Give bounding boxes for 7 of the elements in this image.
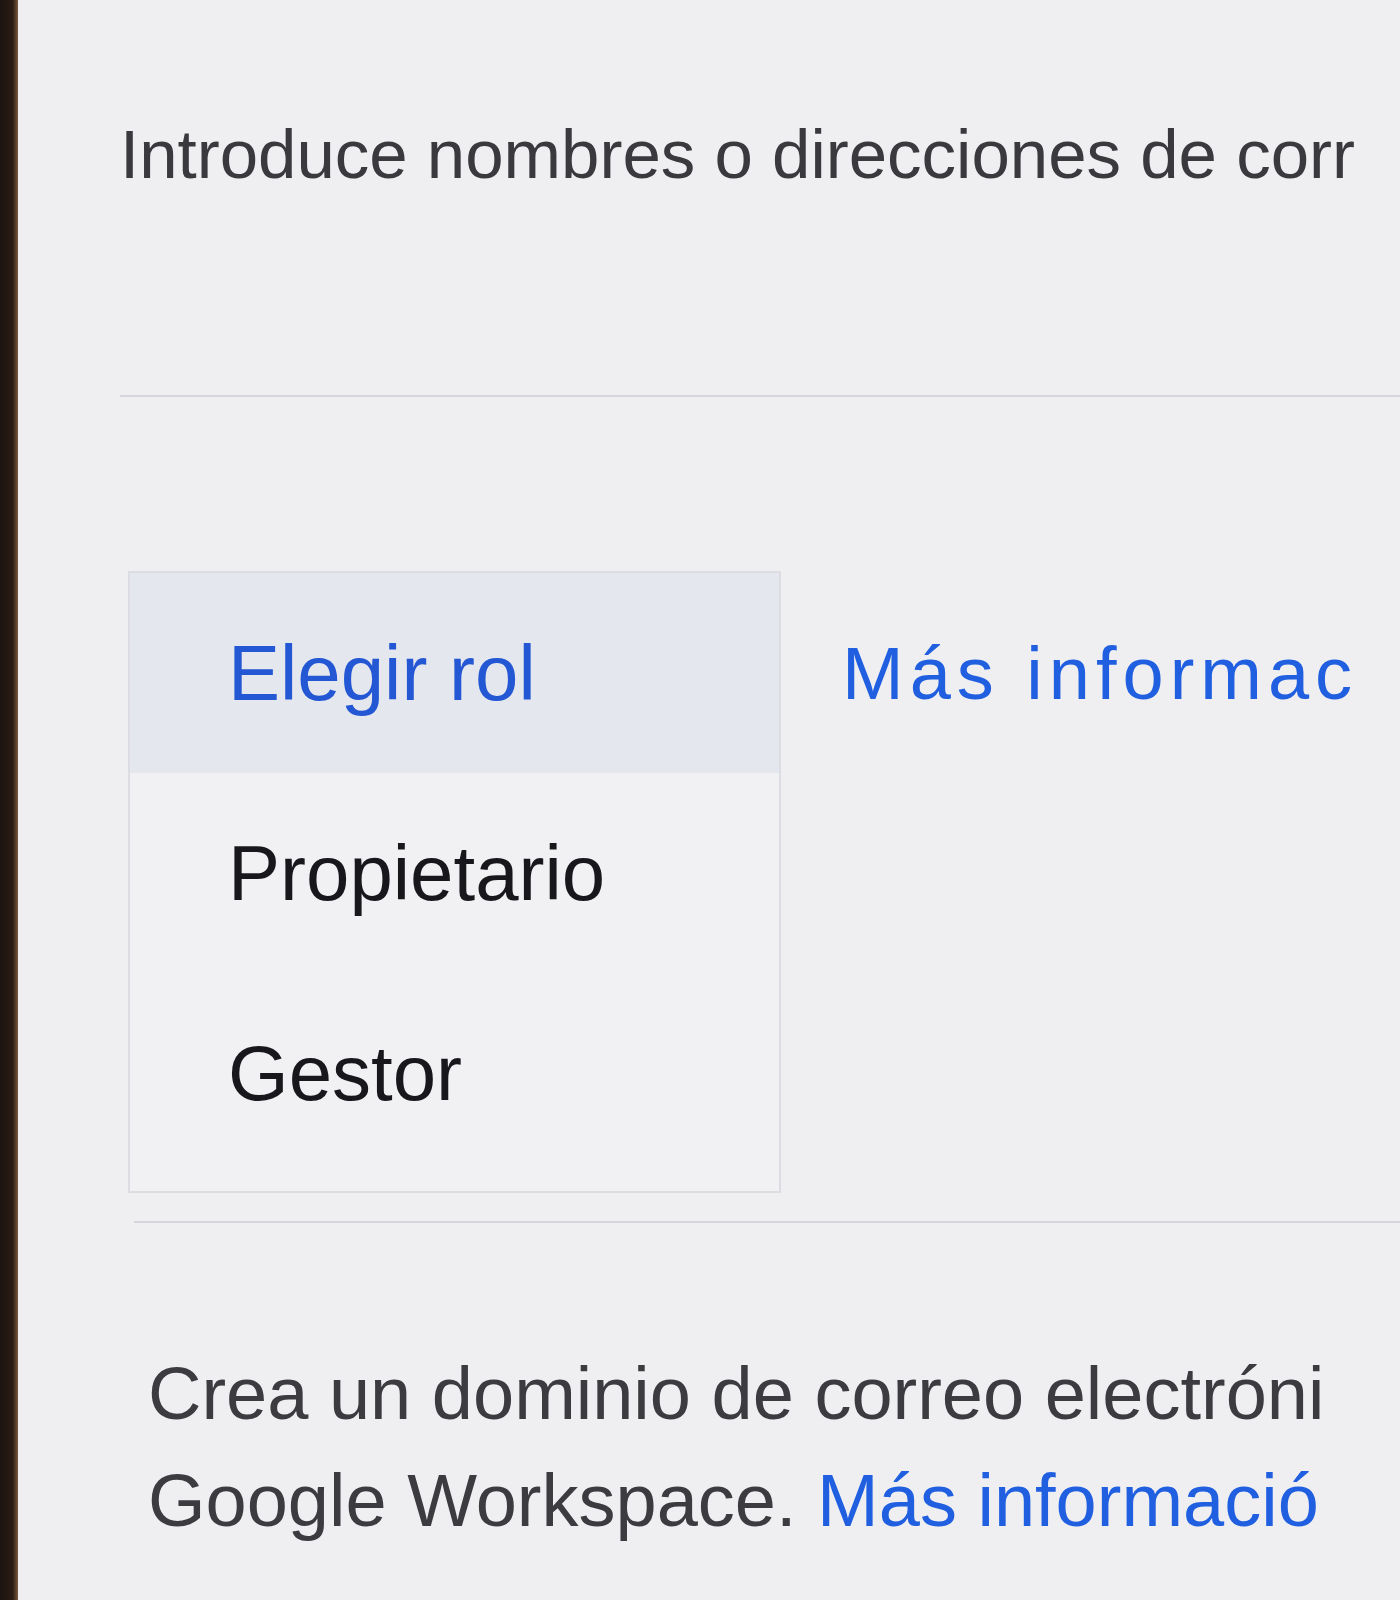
more-info-link[interactable]: Más informac [842, 629, 1359, 719]
role-menu-item[interactable]: Propietario [130, 773, 779, 973]
role-menu-item[interactable]: Gestor [130, 973, 779, 1173]
domain-note: Crea un dominio de correo electróni Google Workspace. Más informació [148, 1351, 1325, 1544]
more-info-link[interactable]: Más informació [817, 1459, 1319, 1542]
prompt-text: Introduce nombres o direcciones de corr [120, 115, 1355, 195]
role-menu-item[interactable]: Elegir rol [130, 573, 779, 773]
